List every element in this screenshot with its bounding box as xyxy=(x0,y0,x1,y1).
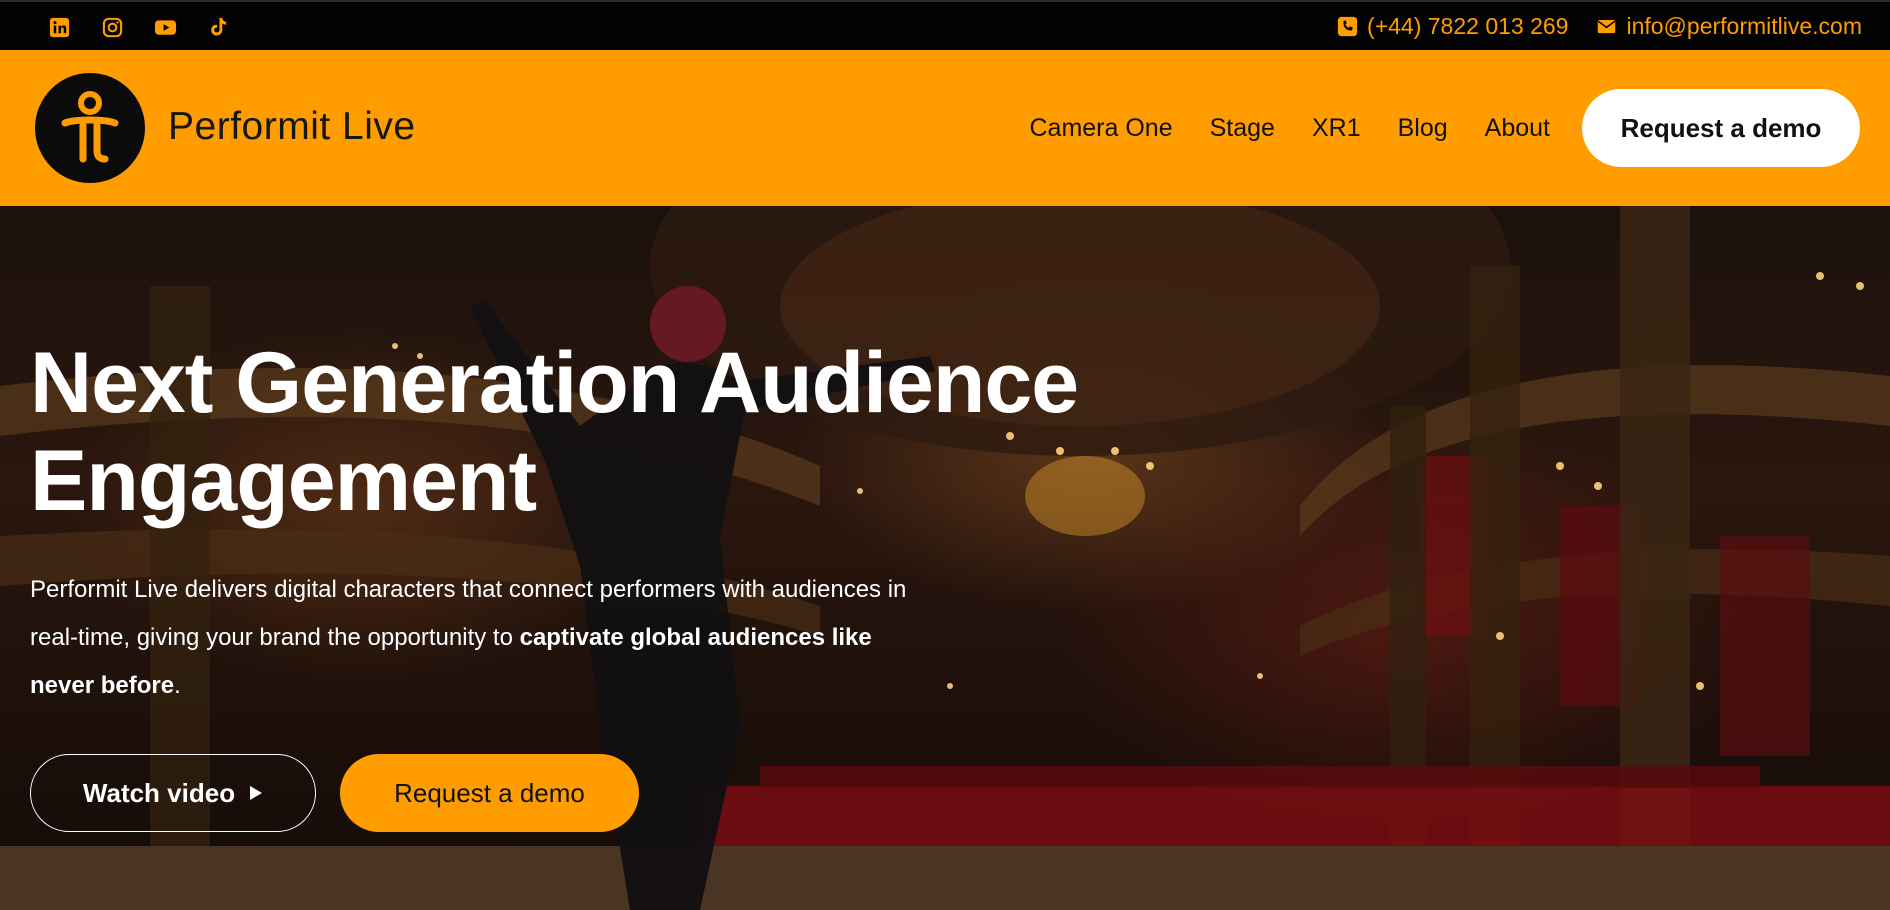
nav-item-xr1[interactable]: XR1 xyxy=(1312,114,1361,143)
request-demo-header-button[interactable]: Request a demo xyxy=(1582,89,1860,167)
hero-section: Next Generation Audience Engagement Perf… xyxy=(0,206,1890,910)
logo-icon[interactable] xyxy=(35,73,145,183)
nav-item-camera-one[interactable]: Camera One xyxy=(1030,114,1173,143)
email-address: info@performitlive.com xyxy=(1626,13,1862,39)
envelope-icon xyxy=(1598,19,1616,34)
phone-number: (+44) 7822 013 269 xyxy=(1367,13,1569,39)
request-demo-hero-button[interactable]: Request a demo xyxy=(340,754,639,832)
play-icon xyxy=(250,786,263,800)
youtube-icon[interactable] xyxy=(154,16,177,39)
tiktok-icon[interactable] xyxy=(207,16,230,39)
nav-item-stage[interactable]: Stage xyxy=(1210,114,1275,143)
site-header: Performit Live Camera One Stage XR1 Blog… xyxy=(0,50,1890,206)
hero-description-plain-2: . xyxy=(174,672,181,699)
hero-title-line-2: Engagement xyxy=(30,433,537,529)
watch-video-label: Watch video xyxy=(82,777,236,808)
hero-title-line-1: Next Generation Audience xyxy=(30,335,1079,431)
social-links xyxy=(48,16,230,39)
instagram-icon[interactable] xyxy=(101,16,124,39)
contact-info: (+44) 7822 013 269 info@performitlive.co… xyxy=(1337,13,1862,40)
hero-description: Performit Live delivers digital characte… xyxy=(30,566,930,710)
nav-item-blog[interactable]: Blog xyxy=(1398,114,1448,143)
top-bar: (+44) 7822 013 269 info@performitlive.co… xyxy=(0,0,1890,50)
hero-title: Next Generation Audience Engagement xyxy=(30,334,1180,530)
phone-icon xyxy=(1337,16,1358,37)
brand-name[interactable]: Performit Live xyxy=(168,105,416,149)
watch-video-button[interactable]: Watch video xyxy=(30,754,316,832)
nav-item-about[interactable]: About xyxy=(1485,114,1550,143)
linkedin-icon[interactable] xyxy=(48,16,71,39)
main-nav: Camera One Stage XR1 Blog About xyxy=(1030,114,1551,143)
phone-contact[interactable]: (+44) 7822 013 269 xyxy=(1337,13,1568,40)
email-contact[interactable]: info@performitlive.com xyxy=(1596,13,1862,40)
